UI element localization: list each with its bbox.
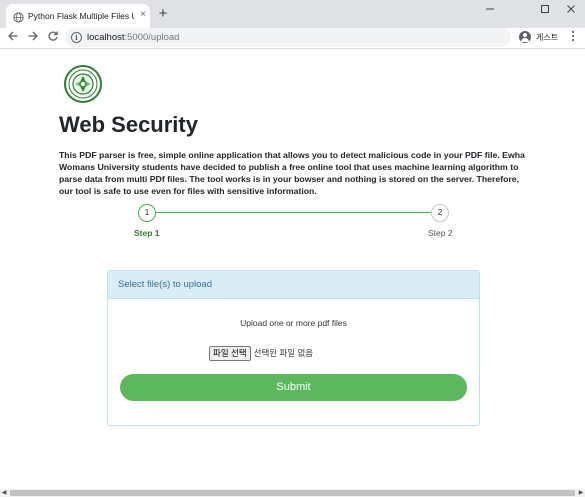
globe-icon <box>13 10 24 23</box>
scrollbar-thumb[interactable] <box>10 490 575 496</box>
file-input[interactable]: 파일 선택 선택된 파일 없음 <box>209 346 313 361</box>
tab-close-icon[interactable]: × <box>138 10 148 20</box>
forward-button[interactable] <box>25 30 41 46</box>
menu-icon[interactable] <box>567 30 579 46</box>
step-1-label: Step 1 <box>134 228 160 238</box>
stepper-progress-line <box>155 212 431 213</box>
url-path: :5000/upload <box>124 32 180 43</box>
info-icon[interactable]: i <box>71 32 82 43</box>
choose-file-button[interactable]: 파일 선택 <box>209 346 251 361</box>
file-status-text: 선택된 파일 없음 <box>253 348 314 358</box>
browser-toolbar: i localhost:5000/upload 게스트 <box>0 28 585 49</box>
maximize-icon[interactable] <box>531 3 559 19</box>
upload-hint: Upload one or more pdf files <box>240 318 347 328</box>
reload-button[interactable] <box>45 30 61 46</box>
url-host: localhost <box>87 32 125 43</box>
profile-button[interactable]: 게스트 <box>517 29 563 46</box>
scroll-left-icon[interactable]: ◀ <box>0 489 8 497</box>
submit-button[interactable]: Submit <box>120 374 467 401</box>
upload-panel: Select file(s) to upload Upload one or m… <box>107 270 480 426</box>
avatar-icon <box>519 31 531 43</box>
step-1-indicator: 1 <box>138 204 156 222</box>
step-2-label: Step 2 <box>428 228 453 238</box>
description-text: This PDF parser is free, simple online a… <box>59 150 525 196</box>
toolbar-divider <box>0 48 585 49</box>
step-2-indicator: 2 <box>431 204 449 222</box>
back-button[interactable] <box>5 30 21 46</box>
close-icon[interactable] <box>557 3 585 19</box>
address-bar[interactable]: i localhost:5000/upload <box>65 28 511 47</box>
upload-panel-header: Select file(s) to upload <box>108 271 479 299</box>
university-logo <box>62 65 104 103</box>
profile-label: 게스트 <box>536 33 559 42</box>
horizontal-scrollbar[interactable]: ◀ ▶ <box>0 489 585 497</box>
tab-title: Python Flask Multiple Files Upload <box>28 11 134 21</box>
browser-tab[interactable]: Python Flask Multiple Files Upload × <box>6 4 150 28</box>
url-text[interactable]: localhost:5000/upload <box>87 31 179 44</box>
minimize-icon[interactable] <box>476 3 504 19</box>
page-title: Web Security <box>59 112 198 137</box>
scroll-right-icon[interactable]: ▶ <box>577 489 585 497</box>
tab-strip: Python Flask Multiple Files Upload × + <box>0 0 585 28</box>
new-tab-button[interactable]: + <box>156 6 170 21</box>
upload-panel-title: Select file(s) to upload <box>118 279 212 290</box>
